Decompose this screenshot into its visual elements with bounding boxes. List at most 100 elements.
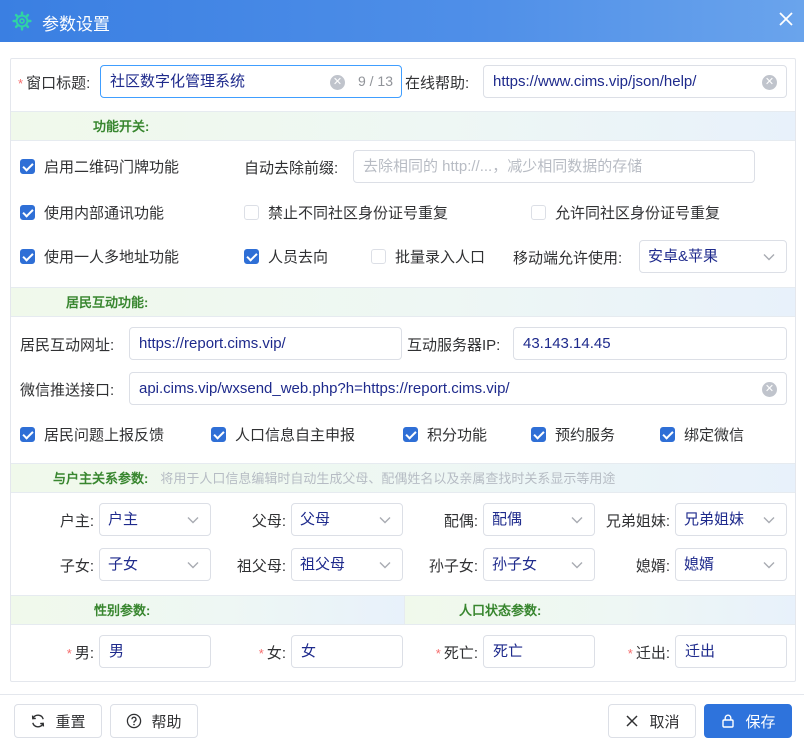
checkbox-label: 积分功能 (427, 426, 488, 444)
female-input[interactable]: 女 (291, 635, 403, 668)
checkbox-unchecked-icon (531, 204, 546, 220)
char-counter: 9 / 13 (357, 73, 393, 89)
checkbox-label: 居民问题上报反馈 (44, 426, 165, 444)
chevron-down-icon (187, 562, 199, 569)
help-button[interactable]: 帮助 (110, 704, 198, 738)
prefix-label: 自动去除前缀: (244, 160, 339, 177)
relation-value: 父母 (300, 511, 331, 528)
relation-label-parents: 父母: (251, 513, 286, 530)
relation-label-in-laws: 媳婿: (635, 558, 670, 575)
clear-icon[interactable]: ✕ (762, 382, 777, 397)
checkbox-checked-icon (244, 248, 259, 264)
batch-entry-checkbox[interactable]: 批量录入人口 (371, 246, 485, 266)
window-title-value: 社区数字化管理系统 (110, 73, 246, 90)
cancel-button[interactable]: 取消 (608, 704, 696, 738)
relation-select-children[interactable]: 子女 (99, 548, 211, 581)
status-section-title: 人口状态参数: (459, 603, 542, 618)
checkbox-label: 使用一人多地址功能 (44, 248, 180, 266)
help-url-input[interactable]: https://www.cims.vip/json/help/ ✕ (483, 65, 787, 98)
required-mark: * (627, 646, 633, 661)
relation-value: 孙子女 (492, 556, 538, 573)
chevron-down-icon (763, 562, 775, 569)
close-icon (626, 715, 639, 727)
forbid-dup-id-checkbox[interactable]: 禁止不同社区身份证号重复 (244, 202, 448, 222)
save-button[interactable]: 保存 (704, 704, 792, 738)
lock-icon (722, 714, 735, 728)
required-mark: * (66, 646, 72, 661)
server-ip-input[interactable]: 43.143.14.45 (513, 327, 787, 360)
relation-select-parents[interactable]: 父母 (291, 503, 403, 536)
checkbox-checked-icon (20, 158, 35, 174)
checkbox-checked-icon (660, 426, 675, 442)
issue-report-checkbox[interactable]: 居民问题上报反馈 (20, 424, 164, 444)
help-button-label: 帮助 (151, 713, 182, 731)
self-declare-checkbox[interactable]: 人口信息自主申报 (211, 424, 355, 444)
checkbox-label: 人员去向 (268, 248, 329, 266)
female-value: 女 (301, 643, 317, 660)
close-icon[interactable] (776, 9, 796, 29)
qr-doorplate-checkbox[interactable]: 启用二维码门牌功能 (20, 156, 179, 176)
gender-section-header: 性别参数: (11, 595, 404, 625)
relation-value: 祖父母 (300, 556, 346, 573)
gear-icon (12, 11, 32, 31)
relation-label-head: 户主: (59, 513, 94, 530)
checkbox-checked-icon (20, 426, 35, 442)
relation-select-siblings[interactable]: 兄弟姐妹 (675, 503, 787, 536)
male-value: 男 (109, 643, 125, 660)
prefix-placeholder: 去除相同的 http://...，减少相同数据的存储 (363, 158, 643, 175)
relation-value: 兄弟姐妹 (684, 511, 745, 528)
moved-out-value: 迁出 (685, 643, 716, 660)
person-direction-checkbox[interactable]: 人员去向 (244, 246, 328, 266)
checkbox-label: 允许同社区身份证号重复 (555, 204, 721, 222)
checkbox-label: 使用内部通讯功能 (44, 204, 165, 222)
relation-select-in-laws[interactable]: 媳婿 (675, 548, 787, 581)
question-icon (127, 713, 142, 729)
multi-address-checkbox[interactable]: 使用一人多地址功能 (20, 246, 179, 266)
checkbox-checked-icon (20, 204, 35, 220)
relation-section-header: 与户主关系参数: 将用于人口信息编辑时自动生成父母、配偶姓名以及亲属查找时关系显示… (11, 463, 795, 493)
relation-value: 户主 (108, 511, 139, 528)
reset-button-label: 重置 (55, 713, 86, 731)
window-title-input[interactable]: 社区数字化管理系统 ✕ 9 / 13 (100, 65, 402, 98)
interaction-section-title: 居民互动功能: (66, 295, 149, 310)
relation-value: 子女 (108, 556, 139, 573)
appointment-checkbox[interactable]: 预约服务 (531, 424, 615, 444)
interaction-url-input[interactable]: https://report.cims.vip/ (129, 327, 402, 360)
checkbox-label: 批量录入人口 (395, 248, 486, 266)
relation-select-grandparents[interactable]: 祖父母 (291, 548, 403, 581)
mobile-platform-select[interactable]: 安卓&苹果 (639, 240, 787, 273)
checkbox-checked-icon (20, 248, 35, 264)
feature-section-title: 功能开关: (93, 119, 150, 134)
dead-input[interactable]: 死亡 (483, 635, 595, 668)
relation-label-spouse: 配偶: (443, 513, 478, 530)
allow-dup-id-checkbox[interactable]: 允许同社区身份证号重复 (531, 202, 720, 222)
male-input[interactable]: 男 (99, 635, 211, 668)
internal-comm-checkbox[interactable]: 使用内部通讯功能 (20, 202, 164, 222)
chevron-down-icon (379, 562, 391, 569)
clear-icon[interactable]: ✕ (330, 75, 345, 90)
points-checkbox[interactable]: 积分功能 (403, 424, 487, 444)
checkbox-checked-icon (211, 426, 226, 442)
chevron-down-icon (763, 254, 775, 261)
bind-wechat-checkbox[interactable]: 绑定微信 (660, 424, 744, 444)
interaction-url-label: 居民互动网址: (20, 337, 115, 354)
checkbox-checked-icon (403, 426, 418, 442)
reset-button[interactable]: 重置 (14, 704, 102, 738)
relation-select-head[interactable]: 户主 (99, 503, 211, 536)
status-section-header: 人口状态参数: (404, 595, 795, 625)
chevron-down-icon (763, 517, 775, 524)
relation-value: 配偶 (492, 511, 523, 528)
wechat-push-input[interactable]: api.cims.vip/wxsend_web.php?h=https://re… (129, 372, 787, 405)
checkbox-label: 禁止不同社区身份证号重复 (268, 204, 449, 222)
relation-label-siblings: 兄弟姐妹: (605, 513, 670, 530)
feature-section-header: 功能开关: (11, 111, 795, 141)
chevron-down-icon (571, 562, 583, 569)
prefix-input[interactable]: 去除相同的 http://...，减少相同数据的存储 (353, 150, 755, 183)
save-button-label: 保存 (745, 713, 776, 731)
relation-select-grandchildren[interactable]: 孙子女 (483, 548, 595, 581)
wechat-push-value: api.cims.vip/wxsend_web.php?h=https://re… (139, 380, 510, 397)
relation-select-spouse[interactable]: 配偶 (483, 503, 595, 536)
relation-label-grandchildren: 孙子女: (428, 558, 478, 575)
moved-out-input[interactable]: 迁出 (675, 635, 787, 668)
clear-icon[interactable]: ✕ (762, 75, 777, 90)
